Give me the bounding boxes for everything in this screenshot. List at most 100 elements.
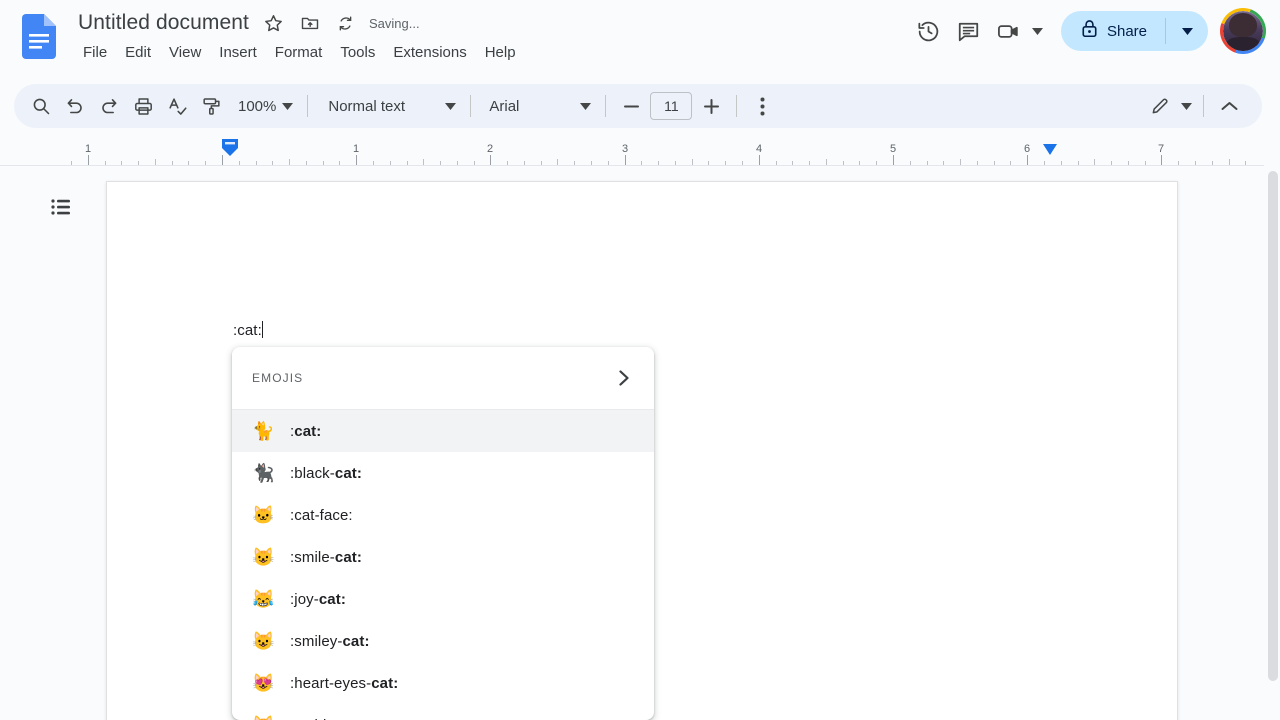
undo-icon[interactable] [58,89,92,123]
emoji-suggestion-item[interactable]: 😺 :smile-cat: [232,536,654,578]
comment-icon[interactable] [949,11,989,51]
share-main[interactable]: Share [1061,11,1165,51]
emoji-glyph-icon: 😼 [252,716,274,720]
ruler-number: 2 [487,143,493,155]
emoji-suggestion-item[interactable]: 🐈‍⬛ :black-cat: [232,452,654,494]
paragraph-style-value: Normal text [328,98,405,115]
emoji-shortcode-label: :cat-face: [290,507,353,524]
document-status-icon[interactable] [331,8,361,38]
document-body-text[interactable]: :cat: [233,321,263,341]
vertical-scrollbar[interactable] [1266,166,1280,720]
toolbar-divider [1203,95,1204,117]
search-icon[interactable] [24,89,58,123]
emoji-suggestion-item[interactable]: 🐈 :cat: [232,410,654,452]
toolbar-divider [307,95,308,117]
chevron-up-icon[interactable] [1212,89,1246,123]
avatar-hair [1229,13,1258,38]
editing-mode-pencil-icon[interactable] [1143,89,1177,123]
menu-bar: File Edit View Insert Format Tools Exten… [74,42,525,63]
emoji-suggestion-list[interactable]: 🐈 :cat: 🐈‍⬛ :black-cat: 🐱:cat-face: 😺 :smile-c… [232,410,654,720]
left-indent-marker[interactable] [222,139,238,156]
paint-format-icon[interactable] [194,89,228,123]
menu-format[interactable]: Format [266,42,332,63]
document-body-value: :cat: [233,322,262,339]
toolbar-divider [605,95,606,117]
redo-icon[interactable] [92,89,126,123]
ruler-number: 3 [622,143,628,155]
font-size-stepper [614,89,728,123]
right-indent-marker[interactable] [1043,142,1057,153]
emoji-autocomplete-popup[interactable]: EMOJIS 🐈 :cat: 🐈‍⬛ :black-cat: 🐱:cat-face: 😺:… [232,347,654,720]
emoji-shortcode-label: :cat: [290,423,321,440]
vertical-scrollbar-thumb[interactable] [1268,171,1278,681]
editing-mode-group [1143,86,1195,126]
menu-edit[interactable]: Edit [116,42,160,63]
horizontal-ruler-ticks: 11234567 [0,136,1264,166]
ruler-number: 7 [1158,143,1164,155]
emoji-suggestion-item[interactable]: 😺 :smiley-cat: [232,620,654,662]
move-to-folder-icon[interactable] [295,8,325,38]
chevron-down-icon [580,97,591,115]
avatar-inner [1223,11,1263,51]
emoji-shortcode-label: :black-cat: [290,465,362,482]
menu-extensions[interactable]: Extensions [384,42,475,63]
document-outline-icon[interactable] [44,190,78,224]
ruler-number: 6 [1024,143,1030,155]
video-camera-icon[interactable] [989,11,1029,51]
docs-file-icon[interactable] [22,14,56,59]
emoji-shortcode-label: :smile-cat: [290,549,362,566]
emoji-glyph-icon: 😹 [252,590,274,608]
avatar-body [1227,37,1259,51]
emoji-glyph-icon: 🐈 [252,422,274,440]
chevron-down-icon[interactable] [1029,11,1047,51]
horizontal-ruler[interactable]: 11234567 [0,136,1264,166]
emoji-shortcode-label: :smirk-cat: [290,717,363,720]
paragraph-style-select[interactable]: Normal text [316,90,462,122]
toolbar-divider [470,95,471,117]
more-vertical-icon[interactable] [745,89,779,123]
font-size-input[interactable] [650,92,692,120]
version-history-icon[interactable] [909,11,949,51]
ruler-number: 1 [85,143,91,155]
font-size-decrease-button[interactable] [614,89,648,123]
emoji-shortcode-label: :smiley-cat: [290,633,370,650]
avatar[interactable] [1220,8,1266,54]
emoji-shortcode-label: :heart-eyes-cat: [290,675,398,692]
font-family-value: Arial [489,98,519,115]
star-icon[interactable] [259,8,289,38]
menu-file[interactable]: File [74,42,116,63]
emoji-glyph-icon: 🐈‍⬛ [252,464,274,482]
chevron-down-icon [445,97,456,115]
toolbar-divider [736,95,737,117]
app-header: Untitled document Saving... File Edit [0,0,1280,76]
menu-view[interactable]: View [160,42,210,63]
emoji-suggestion-item[interactable]: 😹:joy-cat: [232,578,654,620]
print-icon[interactable] [126,89,160,123]
font-family-select[interactable]: Arial [479,90,597,122]
save-status: Saving... [369,16,420,31]
menu-insert[interactable]: Insert [210,42,266,63]
zoom-select[interactable]: 100% [228,90,299,122]
emoji-glyph-icon: 😻 [252,674,274,692]
lock-icon [1081,19,1098,43]
emoji-glyph-icon: 😺 [252,548,274,566]
emoji-suggestion-item[interactable]: 🐱:cat-face: [232,494,654,536]
emoji-section-label: EMOJIS [252,371,303,385]
share-button[interactable]: Share [1061,11,1208,51]
chevron-down-icon[interactable] [1177,86,1195,126]
share-chevron-down-icon[interactable] [1166,11,1208,51]
document-title-row: Untitled document Saving... [74,8,420,38]
font-size-increase-button[interactable] [694,89,728,123]
chevron-right-icon[interactable] [608,362,640,394]
ruler-number: 5 [890,143,896,155]
emoji-suggestion-item[interactable]: 😻 :heart-eyes-cat: [232,662,654,704]
emoji-suggestion-item[interactable]: 😼 :smirk-cat: [232,704,654,720]
menu-tools[interactable]: Tools [331,42,384,63]
menu-help[interactable]: Help [476,42,525,63]
emoji-popup-header: EMOJIS [232,347,654,410]
spellcheck-icon[interactable] [160,89,194,123]
emoji-glyph-icon: 😺 [252,632,274,650]
page-title[interactable]: Untitled document [74,9,253,37]
header-actions: Share [909,8,1266,54]
text-cursor [262,321,264,338]
